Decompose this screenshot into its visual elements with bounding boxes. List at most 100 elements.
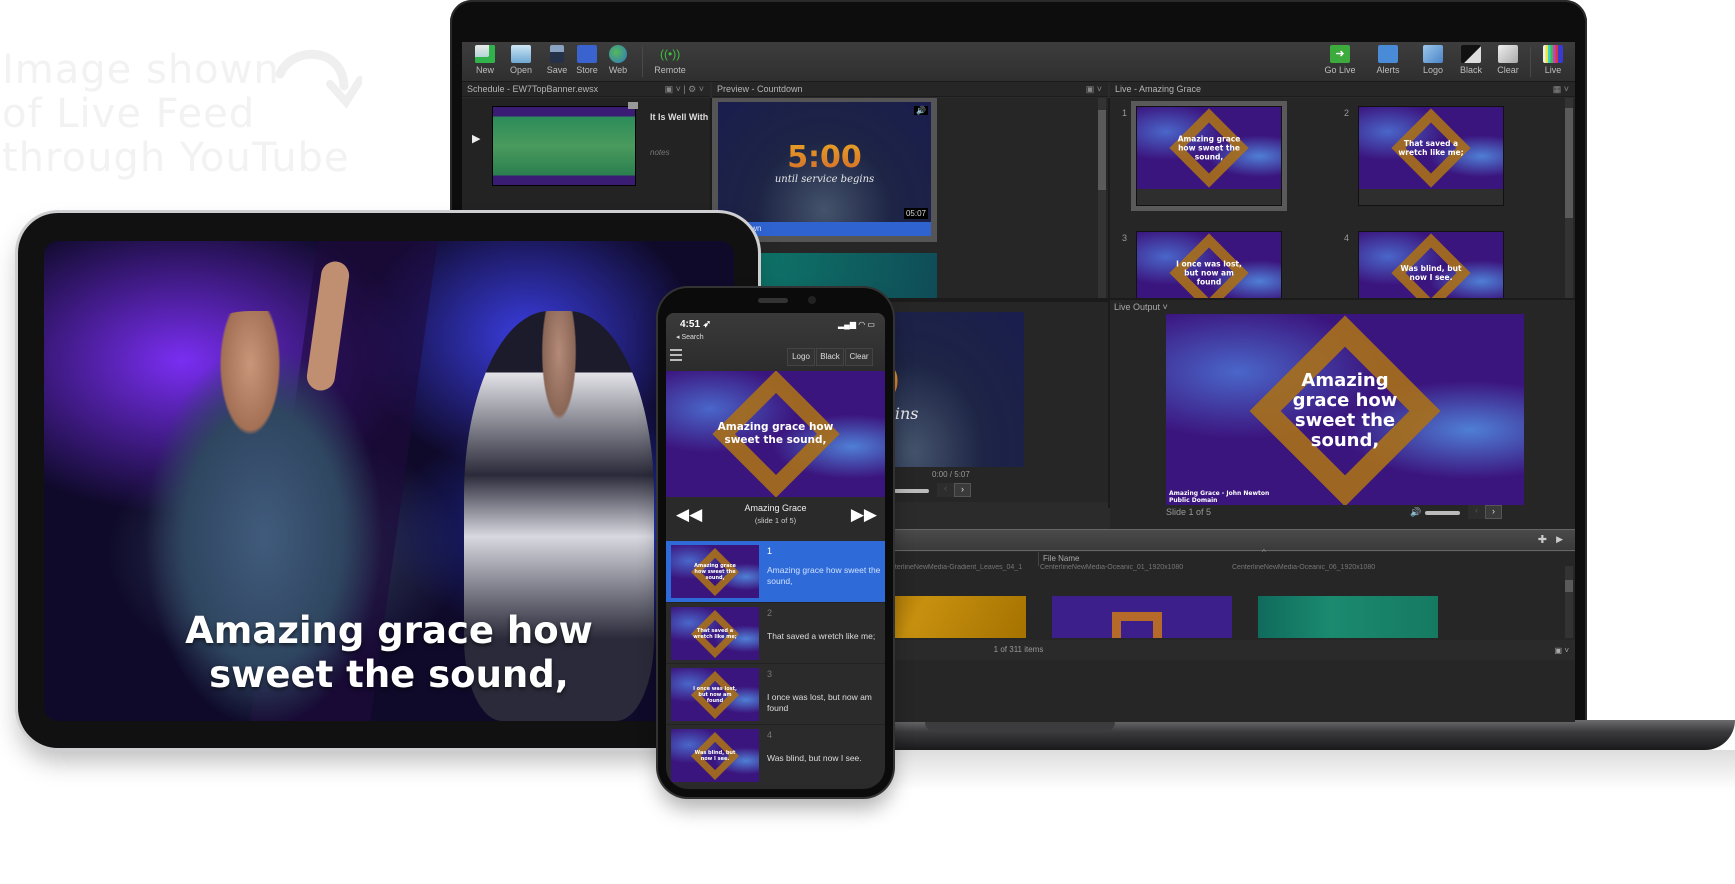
live-grid-icon[interactable]: ▦ ˅ — [1553, 82, 1569, 97]
phone-remote-app: 4:51 ➶ ◂ Search ▂▄▆ ◠ ▭ Logo Black Clear… — [666, 313, 885, 789]
save-button[interactable]: Save — [540, 45, 574, 75]
sort-caret-icon[interactable]: ^ — [1262, 548, 1266, 557]
credit-line: Amazing Grace - John Newton — [1169, 490, 1270, 497]
live-output-label: Live Output — [1114, 302, 1161, 312]
live-slide-1[interactable]: Amazing grace how sweet the sound, — [1131, 101, 1287, 211]
schedule-header: Schedule - EW7TopBanner.ewsx ▣ ˅ | ⚙ ˅ — [462, 82, 710, 97]
next-slide-button[interactable]: ▶▶ — [851, 505, 877, 525]
slide-status: Slide 1 of 5 — [1166, 507, 1212, 517]
next-button[interactable]: › — [954, 483, 971, 497]
phone-logo-button[interactable]: Logo — [787, 348, 815, 366]
credit-line: Public Domain — [1169, 497, 1218, 504]
logo-button[interactable]: Logo — [1416, 45, 1450, 75]
live-slide-4[interactable]: Was blind, but now I see. — [1358, 231, 1504, 314]
slide-thumbnail: Amazing grace how sweet the sound, — [671, 545, 759, 598]
live-slide-text: Was blind, but now I see. — [1400, 264, 1462, 282]
media-item-name[interactable]: CenterlineNewMedia-Gradient_Leaves_04_19… — [882, 564, 1022, 571]
countdown-thumbnail: 5:00 until service begins 🔊 05:07 — [718, 102, 931, 222]
schedule-options-icon[interactable]: ▣ ˅ | ⚙ ˅ — [665, 82, 704, 97]
remote-button[interactable]: ((•)) Remote — [650, 45, 690, 75]
live-volume-slider[interactable] — [1425, 511, 1460, 515]
alerts-button[interactable]: Alerts — [1368, 45, 1408, 75]
phone-slide-item[interactable]: I once was lost, but now am found 3 I once… — [666, 663, 885, 724]
clear-button[interactable]: Clear — [1491, 45, 1525, 75]
folder-icon — [511, 45, 531, 63]
phone-clear-button[interactable]: Clear — [845, 348, 873, 366]
curved-arrow-icon — [275, 49, 362, 109]
volume-icon[interactable]: 🔊 — [1410, 507, 1421, 518]
slide-text: Was blind, but now I see. — [767, 753, 862, 763]
floppy-disk-icon — [550, 45, 564, 63]
live-previous-button[interactable]: ‹ — [1468, 505, 1485, 519]
slide-text: That saved a wretch like me; — [767, 631, 876, 641]
slide-number: 1 — [767, 546, 773, 556]
countdown-subtitle: until service begins — [774, 174, 875, 185]
go-live-icon: ➜ — [1330, 45, 1350, 63]
label: Remote — [654, 65, 686, 75]
live-next-button[interactable]: › — [1485, 505, 1502, 519]
tablet-lyric: Amazing grace how sweet the sound, — [44, 609, 734, 697]
phone-slide-item[interactable]: Was blind, but now I see. 4 Was blind, but… — [666, 724, 885, 785]
live-output-panel: Live Output ˅ Amazing grace how sweet th… — [1110, 300, 1575, 507]
audio-icon: 🔊 — [914, 106, 928, 115]
new-button[interactable]: New — [468, 45, 502, 75]
view-options-icon[interactable]: ▣ ˅ — [1555, 646, 1569, 655]
preview-title: Preview - Countdown — [717, 84, 803, 94]
preview-volume-slider[interactable] — [894, 489, 929, 493]
phone-preview-text: Amazing grace how sweet the sound, — [717, 421, 834, 446]
preview-slide-selected[interactable]: 5:00 until service begins 🔊 05:07 Countd… — [712, 98, 937, 242]
live-slide-3[interactable]: I once was lost, but now am found — [1136, 231, 1282, 314]
media-item-name[interactable]: CenterlineNewMedia-Oceanic_06_1920x1080 — [1232, 564, 1382, 571]
media-thumbnail[interactable] — [1258, 596, 1438, 638]
remote-signal-icon: ((•)) — [660, 47, 681, 61]
thumb-text: Amazing grace how sweet the sound, — [694, 562, 736, 581]
label: Live — [1544, 65, 1562, 75]
slide-number: 4 — [1344, 233, 1350, 243]
slide-number: 3 — [1122, 233, 1128, 243]
laptop-base — [880, 720, 1735, 750]
phone-black-button[interactable]: Black — [816, 348, 844, 366]
web-button[interactable]: Web — [601, 45, 635, 75]
label: Store — [576, 65, 598, 75]
schedule-item-thumbnail[interactable] — [492, 106, 636, 186]
live-title: Live - Amazing Grace — [1115, 84, 1202, 94]
alerts-icon — [1378, 45, 1398, 63]
media-item-name[interactable]: CenterlineNewMedia-Oceanic_01_1920x1080 — [1040, 564, 1190, 571]
slide-text: Amazing grace how sweet the sound, — [767, 565, 881, 586]
live-slide-2[interactable]: That saved a wretch like me; — [1358, 106, 1504, 206]
phone-slide-item[interactable]: Amazing grace how sweet the sound, 1 Amazi… — [666, 541, 885, 602]
preview-view-icon[interactable]: ▣ ˅ — [1086, 82, 1102, 97]
media-thumbnail[interactable] — [1052, 596, 1232, 638]
slide-thumbnail: I once was lost, but now am found — [671, 668, 759, 721]
schedule-play-icon[interactable]: ▶ — [472, 132, 480, 145]
countdown-text: 5:00 — [718, 140, 931, 175]
slide-number: 4 — [767, 730, 773, 740]
live-button[interactable]: Live — [1536, 45, 1570, 75]
label: Logo — [1422, 65, 1444, 75]
live-controls: Slide 1 of 5 🔊 ‹ › — [1110, 505, 1575, 529]
store-button[interactable]: Store — [570, 45, 604, 75]
thumb-text: Was blind, but now I see. — [694, 749, 736, 762]
hamburger-menu-icon[interactable] — [670, 349, 682, 361]
live-scrollbar[interactable] — [1565, 98, 1573, 298]
preview-scrollbar[interactable] — [1098, 98, 1106, 298]
phone-slide-item[interactable]: That saved a wretch like me; 2 That saved … — [666, 602, 885, 663]
previous-button[interactable]: ‹ — [937, 483, 954, 497]
schedule-item-notes[interactable]: notes — [650, 148, 670, 157]
slide-text: I once was lost, but now am found — [767, 692, 872, 713]
play-icon[interactable]: ▶ — [1556, 534, 1563, 545]
live-output-dropdown[interactable]: Live Output ˅ — [1114, 302, 1168, 312]
open-button[interactable]: Open — [504, 45, 538, 75]
clear-icon — [1498, 45, 1518, 63]
go-live-button[interactable]: ➜ Go Live — [1320, 45, 1360, 75]
media-scrollbar[interactable] — [1565, 566, 1573, 638]
black-button[interactable]: Black — [1454, 45, 1488, 75]
label: Web — [608, 65, 628, 75]
tablet-live-feed: Amazing grace how sweet the sound, — [44, 241, 734, 721]
schedule-item-title[interactable]: It Is Well With My — [650, 112, 710, 122]
phone-speaker — [758, 298, 788, 303]
label: Alerts — [1376, 65, 1400, 75]
back-to-search-link[interactable]: ◂ Search — [676, 333, 704, 341]
phone-slide-list: Amazing grace how sweet the sound, 1 Amazi… — [666, 541, 885, 789]
add-icon[interactable]: ✚ — [1538, 533, 1547, 546]
